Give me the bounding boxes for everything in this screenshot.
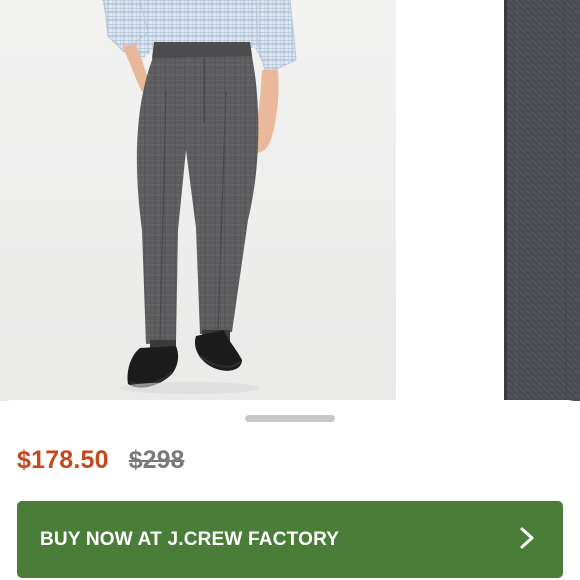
- product-image-main[interactable]: [0, 0, 396, 401]
- buy-now-button[interactable]: BUY NOW AT J.CREW FACTORY: [17, 501, 563, 578]
- product-info-sheet: $178.50 $298 BUY NOW AT J.CREW FACTORY: [0, 400, 580, 580]
- sheet-drag-handle[interactable]: [245, 415, 335, 422]
- original-price: $298: [128, 446, 185, 474]
- buy-now-label: BUY NOW AT J.CREW FACTORY: [40, 528, 340, 550]
- fabric-closeup-photo: [504, 0, 580, 401]
- product-image-carousel[interactable]: [0, 0, 580, 403]
- carousel-gap: [396, 0, 504, 401]
- product-screen: $178.50 $298 BUY NOW AT J.CREW FACTORY: [0, 0, 580, 580]
- price-row: $178.50 $298: [17, 446, 184, 475]
- chevron-right-icon: [519, 527, 535, 552]
- pants-model-photo: [0, 0, 396, 401]
- sale-price: $178.50: [17, 446, 109, 474]
- product-image-next[interactable]: [504, 0, 580, 401]
